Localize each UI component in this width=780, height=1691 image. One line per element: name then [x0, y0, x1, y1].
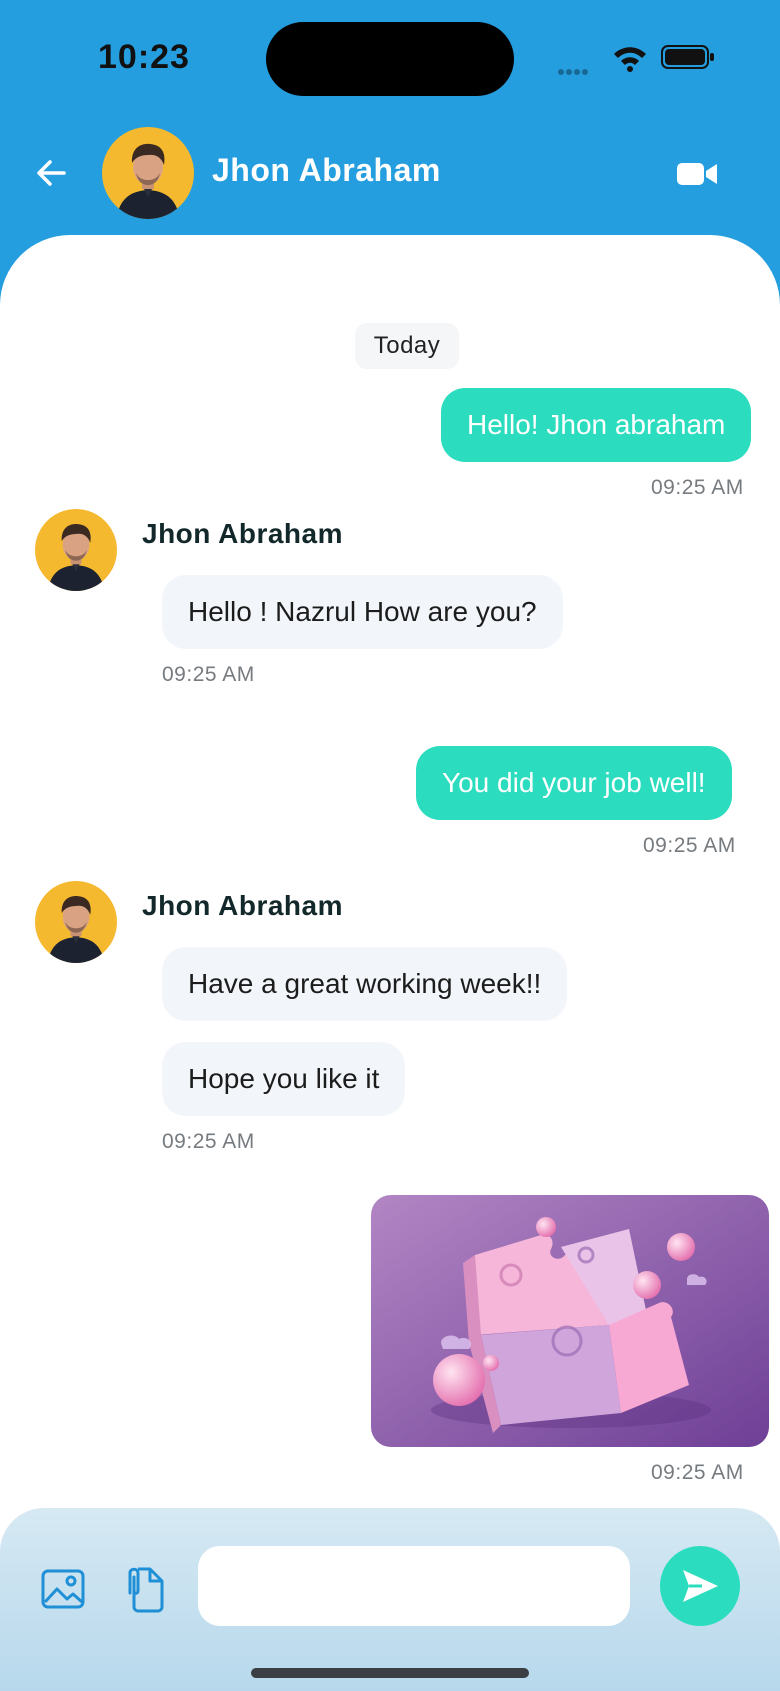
gallery-icon[interactable]	[40, 1568, 86, 1610]
image-message[interactable]	[371, 1195, 769, 1447]
contact-name[interactable]: Jhon Abraham	[212, 152, 441, 189]
back-arrow-icon[interactable]	[34, 156, 68, 190]
message-text: Hello ! Nazrul How are you?	[188, 596, 537, 627]
message-time: 09:25 AM	[162, 663, 255, 686]
outgoing-message[interactable]: You did your job well!	[416, 746, 732, 820]
dynamic-island	[266, 22, 514, 96]
status-time: 10:23	[98, 38, 190, 76]
message-time: 09:25 AM	[651, 1461, 744, 1484]
message-text: Hope you like it	[188, 1063, 380, 1094]
send-icon	[683, 1570, 718, 1602]
battery-icon	[661, 45, 714, 69]
status-bar: 10:23	[0, 0, 780, 110]
message-text: You did your job well!	[442, 767, 706, 798]
send-button[interactable]	[660, 1546, 740, 1626]
incoming-message[interactable]: Hello ! Nazrul How are you?	[162, 575, 563, 649]
puzzle-illustration	[371, 1195, 769, 1447]
message-composer	[0, 1508, 780, 1691]
wifi-icon	[614, 47, 646, 72]
sender-avatar[interactable]	[35, 881, 117, 963]
message-text: Hello! Jhon abraham	[467, 409, 726, 440]
video-call-icon[interactable]	[676, 160, 718, 188]
home-indicator	[251, 1668, 529, 1678]
cellular-signal-icon	[558, 62, 590, 80]
incoming-message[interactable]: Have a great working week!!	[162, 947, 568, 1021]
message-time: 09:25 AM	[643, 834, 736, 857]
sender-name: Jhon Abraham	[142, 518, 343, 549]
incoming-message[interactable]: Hope you like it	[162, 1042, 406, 1116]
sender-name: Jhon Abraham	[142, 890, 343, 921]
date-separator: Today	[355, 323, 459, 369]
message-text: Have a great working week!!	[188, 968, 542, 999]
message-time: 09:25 AM	[651, 476, 744, 499]
chat-header: Jhon Abraham	[0, 120, 780, 230]
contact-avatar[interactable]	[102, 127, 194, 219]
outgoing-message[interactable]: Hello! Jhon abraham	[441, 388, 752, 462]
message-time: 09:25 AM	[162, 1130, 255, 1153]
sender-avatar[interactable]	[35, 509, 117, 591]
message-input[interactable]	[198, 1546, 630, 1626]
attach-file-icon[interactable]	[120, 1563, 166, 1613]
